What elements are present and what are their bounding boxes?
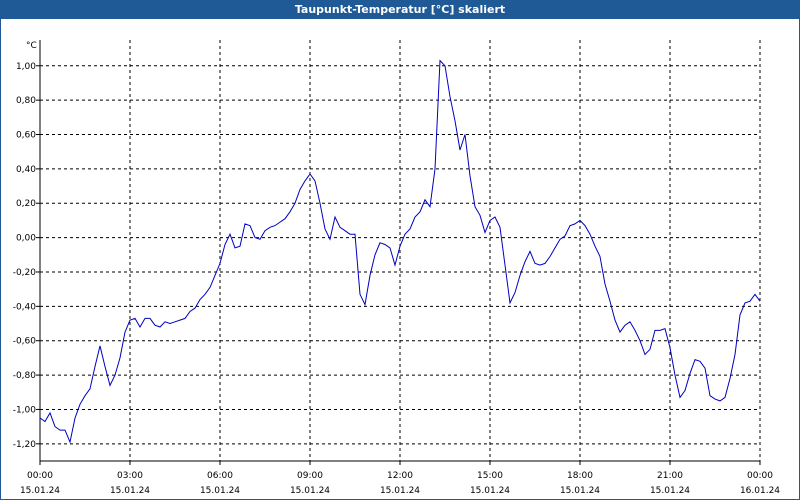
- x-tick-date-label: 16.01.24: [740, 486, 780, 496]
- x-tick-date-label: 15.01.24: [380, 486, 420, 496]
- x-tick-time-label: 09:00: [297, 471, 323, 481]
- y-tick-label: 0,40: [16, 165, 36, 175]
- x-tick-time-label: 12:00: [387, 471, 413, 481]
- y-tick-label: -0,80: [13, 371, 37, 381]
- y-tick-label: -1,00: [13, 405, 37, 415]
- x-tick-date-label: 15.01.24: [290, 486, 330, 496]
- y-tick-label: -0,60: [13, 337, 37, 347]
- x-tick-time-label: 03:00: [117, 471, 143, 481]
- y-tick-label: -0,20: [13, 268, 37, 278]
- y-tick-labels: 1,00 0,80 0,60 0,40 0,20 0,00 -0,20 -0,40 -0,60 -…: [13, 62, 37, 450]
- y-tick-label: -0,40: [13, 302, 37, 312]
- x-tick-time-label: 15:00: [477, 471, 503, 481]
- y-tick-label: 0,00: [16, 234, 36, 244]
- y-tick-label: 0,20: [16, 199, 36, 209]
- x-tick-date-label: 15.01.24: [20, 486, 60, 496]
- chart-plot: °C 1,00 0,80 0,60 0,40 0,20 0,00 -0,20 -0,40 -0,…: [13, 40, 780, 496]
- x-tick-date-label: 15.01.24: [560, 486, 600, 496]
- y-axis-unit-label: °C: [26, 41, 37, 51]
- x-tick-time-label: 21:00: [657, 471, 683, 481]
- x-tick-time-label: 06:00: [207, 471, 233, 481]
- x-tick-date-label: 15.01.24: [200, 486, 240, 496]
- y-tick-label: -1,20: [13, 440, 37, 450]
- y-tick-label: 0,60: [16, 131, 36, 141]
- x-tick-date-label: 15.01.24: [650, 486, 690, 496]
- x-tick-labels: 00:00 15.01.24 03:00 15.01.24 06:00 15.01.24 0…: [20, 471, 780, 496]
- x-tick-time-label: 00:00: [27, 471, 53, 481]
- x-tick-time-label: 00:00: [747, 471, 773, 481]
- y-tick-label: 0,80: [16, 96, 36, 106]
- y-tick-label: 1,00: [16, 62, 36, 72]
- x-tick-date-label: 15.01.24: [470, 486, 510, 496]
- x-tick-time-label: 18:00: [567, 471, 593, 481]
- x-tick-date-label: 15.01.24: [110, 486, 150, 496]
